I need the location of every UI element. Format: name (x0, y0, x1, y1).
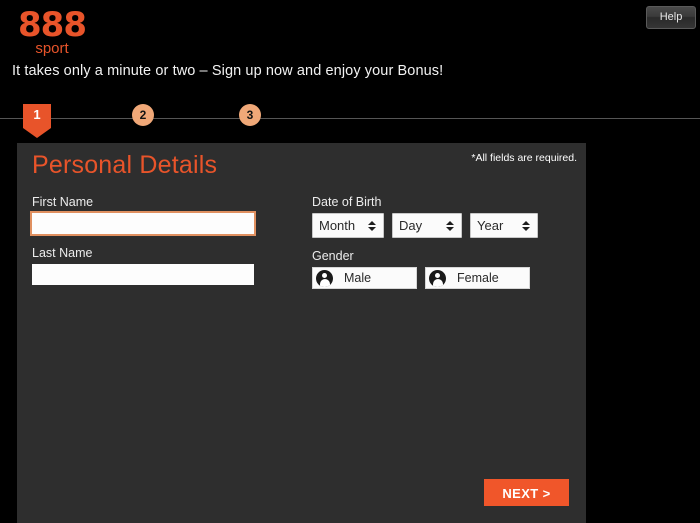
gender-female-label: Female (457, 271, 499, 285)
form-column-right: Date of Birth Month Day Year Gender Male… (312, 195, 567, 289)
next-button[interactable]: NEXT > (484, 479, 569, 506)
chevron-updown-icon (443, 220, 461, 231)
first-name-input[interactable] (32, 213, 254, 234)
person-icon (429, 269, 446, 287)
dob-day-select[interactable]: Day (392, 213, 462, 238)
signup-step-indicator: 1 2 3 (0, 100, 700, 140)
step-connector-line (0, 118, 700, 119)
dob-year-select[interactable]: Year (470, 213, 538, 238)
required-fields-note: *All fields are required. (471, 152, 577, 164)
gender-male-label: Male (344, 271, 372, 285)
gender-option-male[interactable]: Male (312, 267, 417, 289)
step-marker-active[interactable]: 1 (23, 104, 51, 138)
dob-month-select[interactable]: Month (312, 213, 384, 238)
first-name-label: First Name (32, 195, 94, 209)
date-of-birth-row: Month Day Year (312, 213, 567, 238)
personal-details-panel: Personal Details *All fields are require… (17, 143, 586, 523)
gender-option-female[interactable]: Female (425, 267, 530, 289)
page-title: Personal Details (32, 151, 218, 179)
person-icon (316, 269, 333, 287)
dob-year-value: Year (477, 218, 504, 233)
tagline-text: It takes only a minute or two – Sign up … (12, 63, 444, 79)
step-item-3[interactable]: 3 (239, 104, 261, 126)
logo-wordmark: 888 (18, 5, 87, 45)
brand-logo[interactable]: 888 sport (17, 8, 87, 57)
dob-day-value: Day (399, 218, 423, 233)
last-name-label: Last Name (32, 246, 93, 260)
step-marker-3[interactable]: 3 (239, 104, 261, 126)
step-item-2[interactable]: 2 (132, 104, 154, 126)
date-of-birth-label: Date of Birth (312, 195, 382, 209)
dob-month-value: Month (319, 218, 356, 233)
chevron-updown-icon (519, 220, 537, 231)
field-spacer (32, 234, 262, 246)
top-bar: 888 sport Help It takes only a minute or… (0, 0, 700, 100)
step-item-1[interactable]: 1 (23, 104, 51, 138)
last-name-input[interactable] (32, 264, 254, 285)
gender-options-row: Male Female (312, 267, 567, 289)
step-marker-2[interactable]: 2 (132, 104, 154, 126)
gender-label: Gender (312, 249, 354, 263)
form-column-left: First Name Last Name (32, 195, 262, 285)
chevron-updown-icon (365, 220, 383, 231)
help-button[interactable]: Help (646, 6, 696, 29)
